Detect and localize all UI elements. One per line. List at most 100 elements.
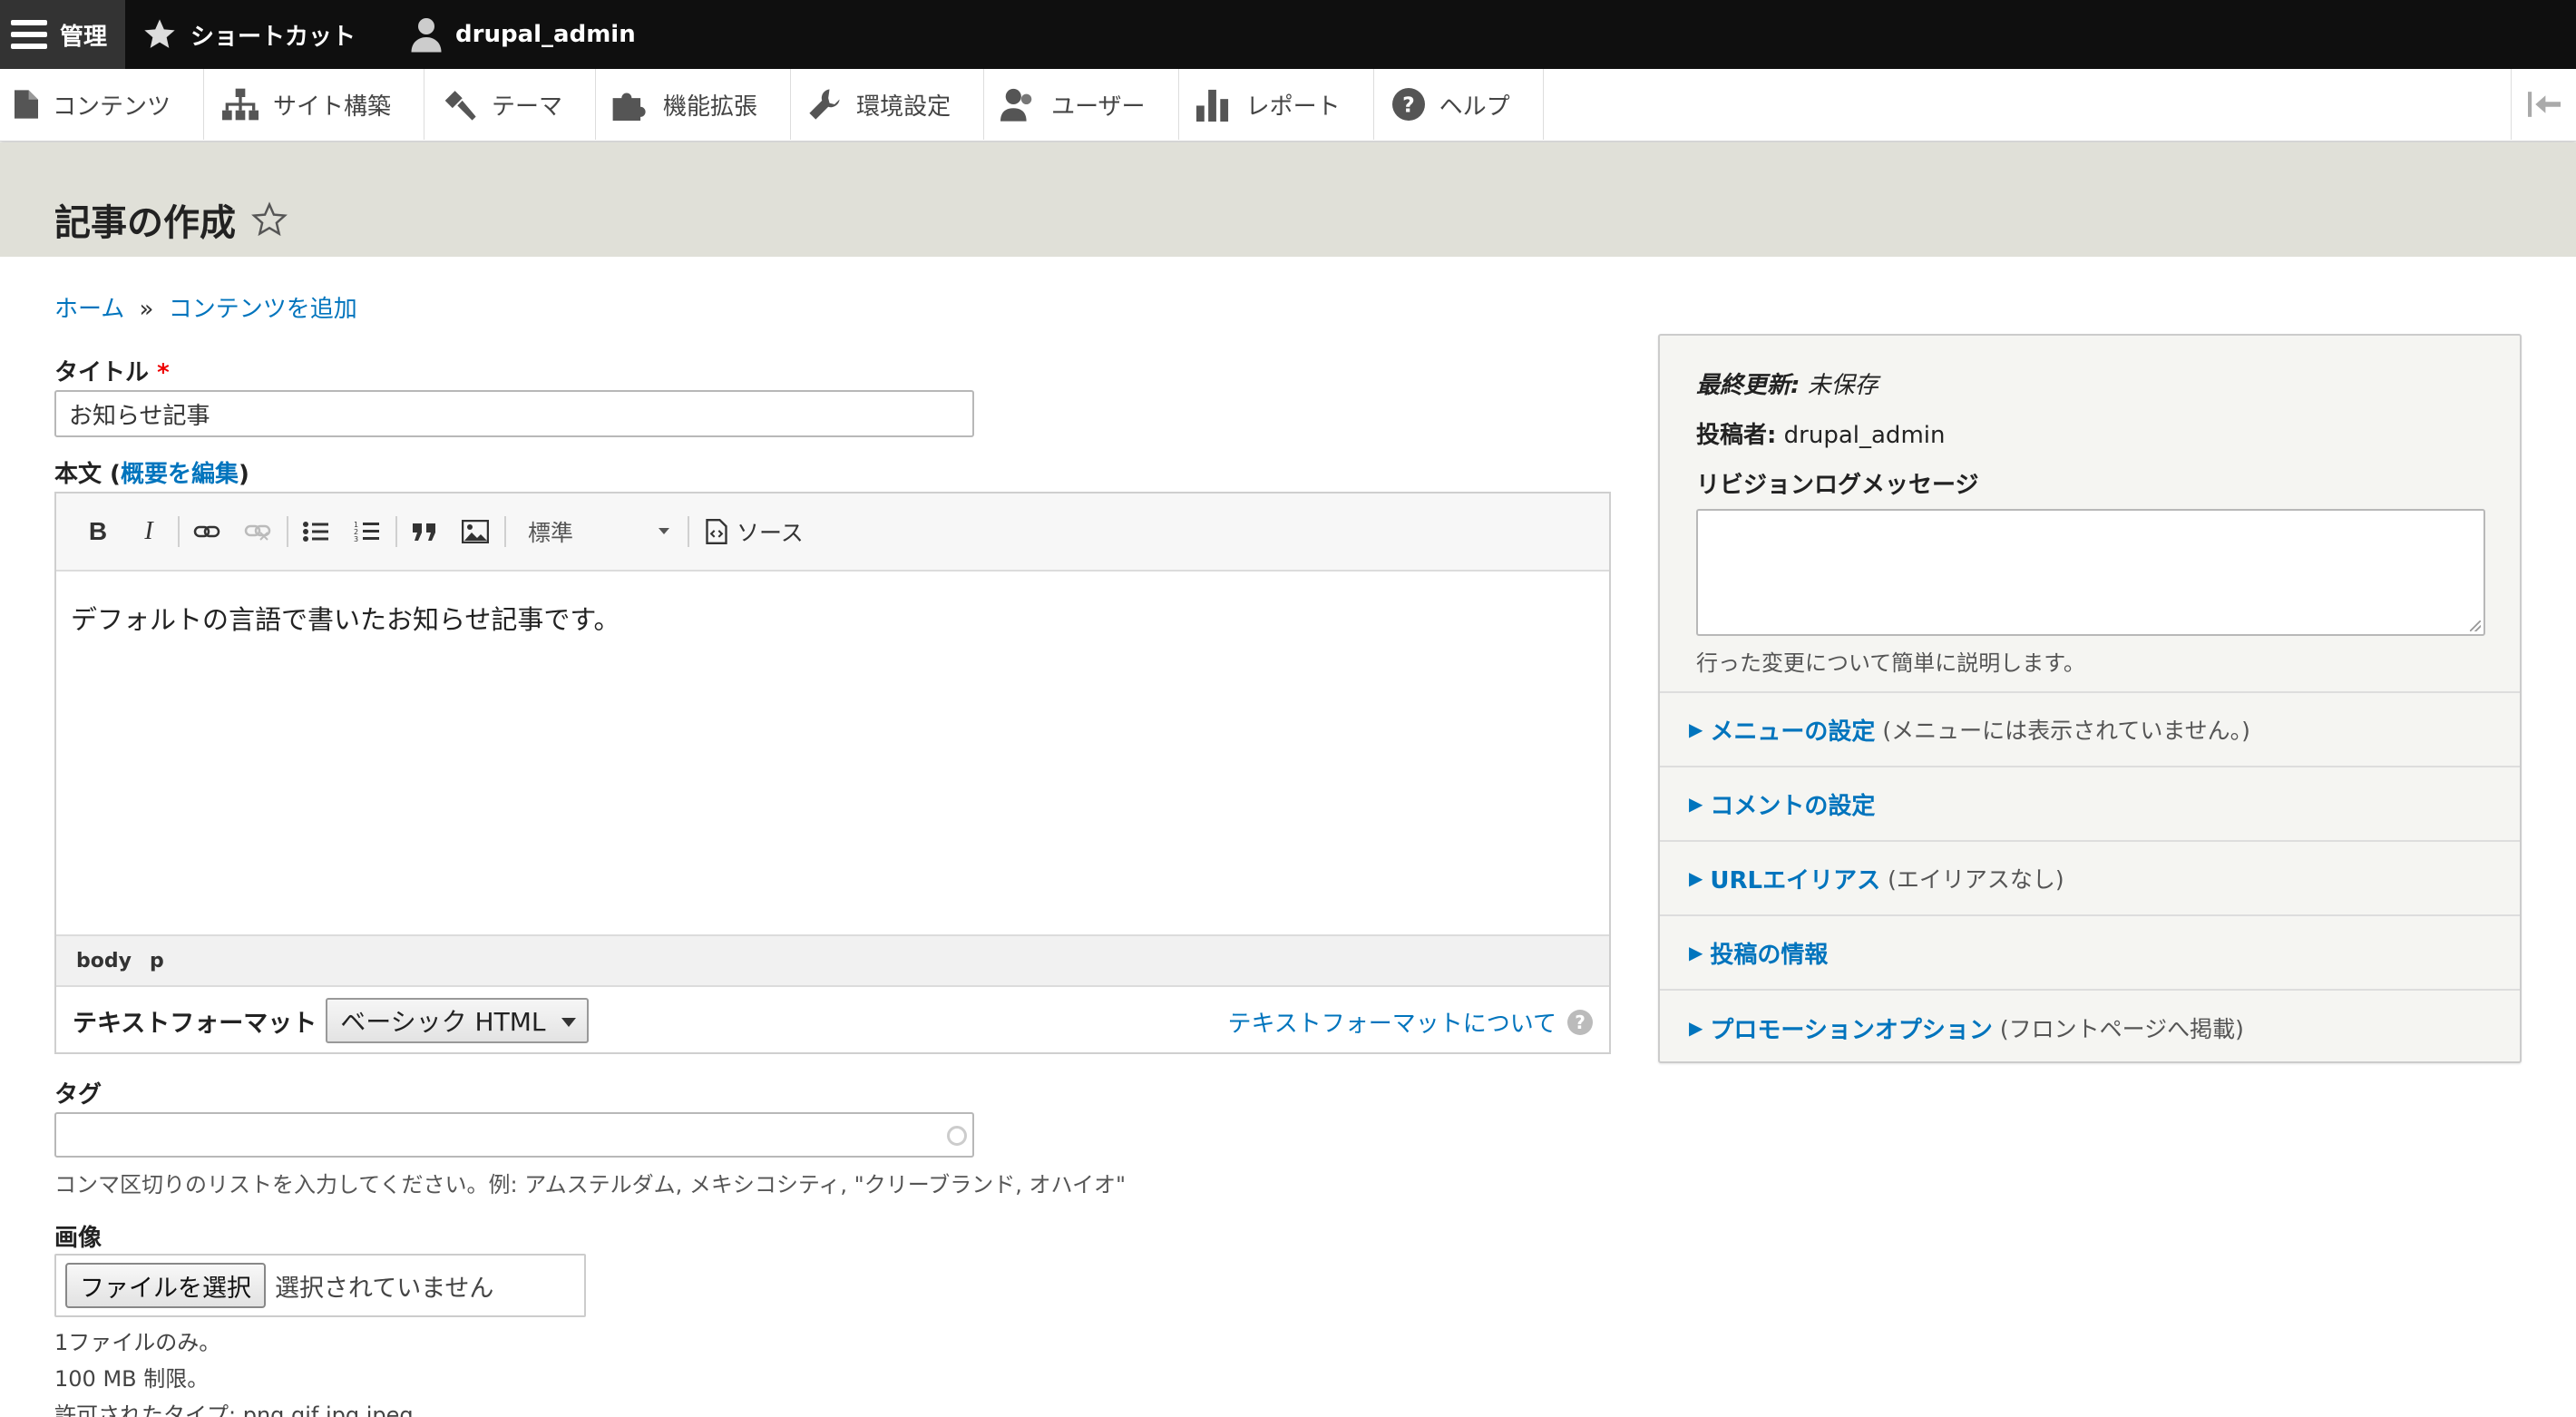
comment-settings-details[interactable]: ▶ コメントの設定 bbox=[1660, 767, 2520, 842]
svg-text:?: ? bbox=[1402, 92, 1415, 117]
tray-item-appearance[interactable]: テーマ bbox=[424, 69, 597, 140]
tray-item-config[interactable]: 環境設定 bbox=[791, 69, 985, 140]
last-updated-value: 未保存 bbox=[1807, 372, 1878, 399]
image-desc-count: 1ファイルのみ。 bbox=[54, 1330, 221, 1355]
title-label: タイトル bbox=[54, 359, 150, 386]
title-input-value: お知らせ記事 bbox=[69, 402, 210, 430]
tray-item-structure[interactable]: サイト構築 bbox=[204, 69, 425, 140]
image-desc-size: 100 MB 制限。 bbox=[54, 1366, 210, 1392]
tray-item-label: ユーザー bbox=[1051, 93, 1146, 121]
image-button[interactable] bbox=[454, 510, 497, 553]
paintbrush-icon bbox=[444, 91, 476, 121]
tray-item-content[interactable]: コンテンツ bbox=[0, 69, 205, 140]
toolbar-manage-label: 管理 bbox=[60, 23, 108, 51]
toolbar-separator bbox=[504, 516, 506, 547]
svg-text:3: 3 bbox=[354, 535, 358, 543]
details-label: URLエイリアス bbox=[1710, 866, 1881, 894]
revision-log-description: 行った変更について簡単に説明します。 bbox=[1696, 650, 2085, 676]
details-label: コメントの設定 bbox=[1710, 792, 1876, 820]
text-format-label: テキストフォーマット bbox=[73, 1009, 317, 1038]
details-summary: (メニューには表示されていません。) bbox=[1882, 718, 2250, 744]
dropdown-arrow-icon bbox=[561, 1018, 577, 1027]
text-format-help[interactable]: テキストフォーマットについて ? bbox=[1228, 1005, 1593, 1039]
star-outline-icon[interactable] bbox=[250, 200, 288, 239]
tags-input[interactable] bbox=[54, 1112, 974, 1158]
entity-meta: 最終更新: 未保存 投稿者: drupal_admin リビジョンログメッセージ… bbox=[1660, 336, 2520, 693]
toolbar-shortcuts[interactable]: ショートカット bbox=[125, 0, 374, 69]
editor-content-area[interactable]: デフォルトの言語で書いたお知らせ記事です。 bbox=[56, 572, 1609, 934]
details-label: 投稿の情報 bbox=[1710, 941, 1829, 969]
breadcrumb-add-content[interactable]: コンテンツを追加 bbox=[169, 296, 357, 323]
source-label: ソース bbox=[737, 520, 804, 546]
last-updated: 最終更新: 未保存 bbox=[1696, 366, 2483, 400]
italic-button[interactable]: I bbox=[127, 510, 171, 553]
numbered-list-button[interactable]: 123 bbox=[345, 510, 388, 553]
triangle-right-icon: ▶ bbox=[1689, 718, 1703, 740]
toolbar-manage[interactable]: 管理 bbox=[0, 0, 126, 69]
collapse-icon bbox=[2527, 92, 2561, 117]
star-icon bbox=[144, 19, 175, 48]
page-header: 記事の作成 bbox=[0, 142, 2576, 257]
link-button[interactable] bbox=[185, 510, 229, 553]
revision-log-textarea[interactable] bbox=[1696, 509, 2485, 636]
toolbar-separator bbox=[688, 516, 689, 547]
toolbar-separator bbox=[178, 516, 180, 547]
editor-toolbar: B I 123 標準 ソース bbox=[56, 494, 1609, 572]
file-icon bbox=[15, 90, 38, 119]
text-format-help-link[interactable]: テキストフォーマットについて bbox=[1228, 1005, 1556, 1039]
breadcrumb-home[interactable]: ホーム bbox=[54, 296, 124, 323]
people-icon bbox=[1000, 88, 1032, 122]
blockquote-button[interactable] bbox=[403, 510, 446, 553]
toolbar-user[interactable]: drupal_admin bbox=[374, 0, 654, 69]
resize-grip-icon[interactable] bbox=[2470, 621, 2481, 631]
body-label-prefix: 本文 ( bbox=[54, 461, 121, 488]
text-format-select[interactable]: ベーシック HTML bbox=[326, 998, 590, 1043]
choose-file-button[interactable]: ファイルを選択 bbox=[65, 1263, 266, 1308]
revision-log-label: リビジョンログメッセージ bbox=[1696, 472, 1979, 499]
author-row: 投稿者: drupal_admin bbox=[1696, 416, 2483, 450]
tray-item-reports[interactable]: レポート bbox=[1179, 69, 1374, 140]
bulleted-list-icon bbox=[303, 522, 328, 542]
paragraph-format-select[interactable]: 標準 bbox=[512, 510, 680, 553]
title-input[interactable]: お知らせ記事 bbox=[54, 390, 974, 437]
tray-orientation-toggle[interactable] bbox=[2511, 69, 2576, 140]
user-icon bbox=[411, 18, 442, 53]
image-icon bbox=[462, 520, 489, 543]
edit-summary-link[interactable]: 概要を編集 bbox=[121, 461, 239, 488]
path-body[interactable]: body bbox=[76, 950, 132, 972]
bold-button[interactable]: B bbox=[76, 510, 120, 553]
unlink-button[interactable] bbox=[236, 510, 279, 553]
quote-icon bbox=[413, 523, 435, 541]
tray-item-people[interactable]: ユーザー bbox=[984, 69, 1179, 140]
tray-item-extend[interactable]: 機能拡張 bbox=[596, 69, 792, 140]
tray-item-label: サイト構築 bbox=[273, 93, 392, 121]
menu-icon bbox=[11, 20, 47, 49]
url-alias-details[interactable]: ▶ URLエイリアス (エイリアスなし) bbox=[1660, 842, 2520, 916]
numbered-list-icon: 123 bbox=[354, 521, 379, 543]
menu-settings-details[interactable]: ▶ メニューの設定 (メニューには表示されていません。) bbox=[1660, 693, 2520, 767]
autocomplete-throbber-icon bbox=[947, 1126, 967, 1146]
breadcrumb-separator: » bbox=[139, 296, 154, 323]
unlink-icon bbox=[244, 524, 271, 541]
tray-item-help[interactable]: ? ヘルプ bbox=[1374, 69, 1544, 140]
source-button[interactable]: ソース bbox=[706, 515, 804, 548]
body-editor: B I 123 標準 ソース デフォルトの言語で書いたお知らせ記事です。 bod… bbox=[54, 492, 1611, 1054]
required-marker: * bbox=[157, 359, 170, 386]
path-p[interactable]: p bbox=[150, 950, 164, 972]
page-title-wrap: 記事の作成 bbox=[54, 193, 288, 246]
promotion-options-details[interactable]: ▶ プロモーションオプション (フロントページへ掲載) bbox=[1660, 991, 2520, 1065]
toolbar-user-label: drupal_admin bbox=[455, 21, 636, 48]
sitemap-icon bbox=[222, 88, 259, 121]
bulleted-list-button[interactable] bbox=[294, 510, 337, 553]
triangle-right-icon: ▶ bbox=[1689, 867, 1703, 889]
page-title: 記事の作成 bbox=[54, 202, 236, 244]
toolbar-separator bbox=[287, 516, 288, 547]
toolbar-separator bbox=[395, 516, 397, 547]
authoring-info-details[interactable]: ▶ 投稿の情報 bbox=[1660, 916, 2520, 991]
tray-item-label: 機能拡張 bbox=[663, 93, 758, 121]
triangle-right-icon: ▶ bbox=[1689, 942, 1703, 963]
wrench-icon bbox=[809, 89, 840, 120]
text-format-value: ベーシック HTML bbox=[340, 1007, 546, 1037]
title-label-wrap: タイトル * bbox=[54, 354, 170, 387]
file-upload: ファイルを選択 選択されていません bbox=[54, 1254, 586, 1317]
